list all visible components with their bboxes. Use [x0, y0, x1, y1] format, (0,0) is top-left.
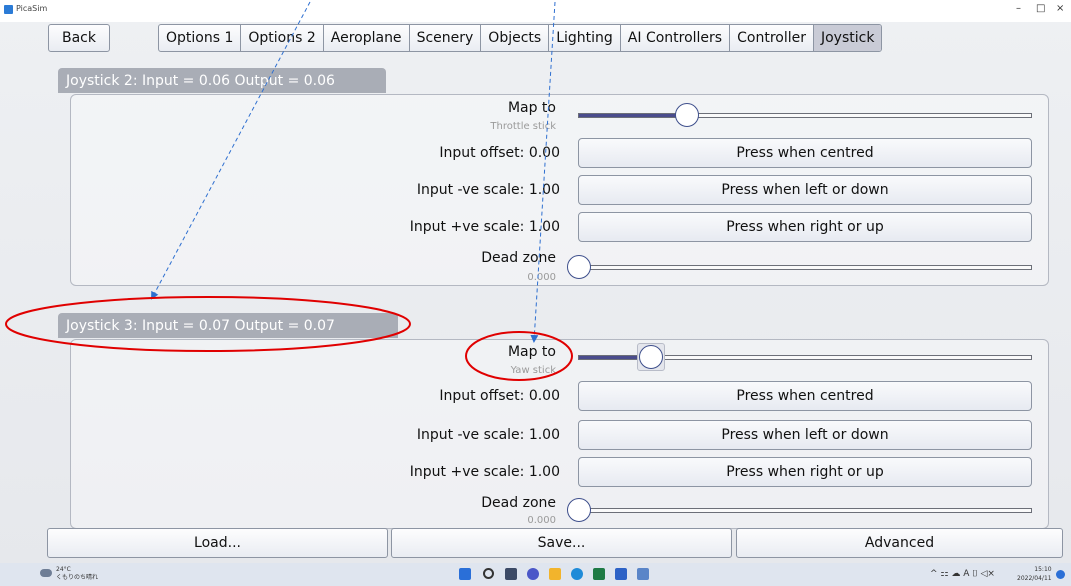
press-when-right-or-up-button[interactable]: Press when right or up [578, 457, 1032, 487]
close-icon[interactable]: × [1056, 3, 1064, 14]
windows-taskbar: 24°C くもりのち晴れ ^ ⚏ ☁ A ⌷ ◁× 15:10 2022/04/… [0, 563, 1071, 586]
minimize-icon[interactable]: – [1016, 3, 1021, 14]
tab-aeroplane[interactable]: Aeroplane [324, 25, 410, 51]
edge-icon[interactable] [571, 568, 583, 580]
picasim-taskbar-icon[interactable] [637, 568, 649, 580]
input-pos-scale-label: Input +ve scale: 1.00 [409, 464, 560, 480]
tab-options-1[interactable]: Options 1 [159, 25, 242, 51]
save-button[interactable]: Save... [391, 528, 732, 558]
dead-zone-value: 0.000 [527, 515, 556, 526]
tab-objects[interactable]: Objects [481, 25, 550, 51]
map-to-value: Yaw stick [510, 365, 556, 376]
map-to-value: Throttle stick [490, 121, 556, 132]
tab-controller[interactable]: Controller [730, 25, 814, 51]
tab-lighting[interactable]: Lighting [549, 25, 621, 51]
settings-tabs: Options 1 Options 2 Aeroplane Scenery Ob… [158, 24, 883, 52]
map-to-slider[interactable] [578, 103, 1032, 127]
map-to-slider-fill [579, 114, 688, 117]
press-when-right-or-up-button[interactable]: Press when right or up [578, 212, 1032, 242]
input-neg-scale-label: Input -ve scale: 1.00 [416, 427, 560, 443]
maximize-icon[interactable]: □ [1036, 3, 1045, 14]
window-title: PicaSim [16, 4, 48, 13]
joystick-2-header: Joystick 2: Input = 0.06 Output = 0.06 [58, 68, 386, 93]
press-when-centred-button[interactable]: Press when centred [578, 138, 1032, 168]
system-tray[interactable]: ^ ⚏ ☁ A ⌷ ◁× [930, 569, 995, 579]
press-when-left-or-down-button[interactable]: Press when left or down [578, 420, 1032, 450]
input-pos-scale-label: Input +ve scale: 1.00 [409, 219, 560, 235]
clock-time: 15:10 [1034, 566, 1052, 573]
press-when-centred-button[interactable]: Press when centred [578, 381, 1032, 411]
dead-zone-slider-knob[interactable] [567, 498, 591, 522]
clock[interactable]: 15:10 2022/04/11 [1017, 565, 1052, 583]
joystick-3-header: Joystick 3: Input = 0.07 Output = 0.07 [58, 313, 398, 338]
load-button[interactable]: Load... [47, 528, 388, 558]
window-titlebar: PicaSim – □ × [0, 0, 1071, 22]
dead-zone-value: 0.000 [527, 272, 556, 283]
input-neg-scale-label: Input -ve scale: 1.00 [416, 182, 560, 198]
store-icon[interactable] [615, 568, 627, 580]
advanced-button[interactable]: Advanced [736, 528, 1063, 558]
back-button[interactable]: Back [48, 24, 110, 52]
tab-scenery[interactable]: Scenery [410, 25, 482, 51]
tab-joystick[interactable]: Joystick [813, 25, 882, 51]
clock-date: 2022/04/11 [1017, 575, 1052, 582]
map-to-slider[interactable] [578, 343, 1032, 371]
windows-start-icon[interactable] [459, 568, 471, 580]
dead-zone-label: Dead zone [481, 250, 556, 266]
weather-temp: 24°C [56, 566, 71, 573]
map-to-label: Map to [507, 100, 556, 116]
tab-options-2[interactable]: Options 2 [241, 25, 324, 51]
press-when-left-or-down-button[interactable]: Press when left or down [578, 175, 1032, 205]
input-offset-label: Input offset: 0.00 [439, 388, 560, 404]
input-offset-label: Input offset: 0.00 [439, 145, 560, 161]
dead-zone-slider[interactable] [567, 498, 1032, 522]
app-icon [4, 5, 13, 14]
map-to-label: Map to [507, 344, 556, 360]
chat-icon[interactable] [527, 568, 539, 580]
weather-widget[interactable]: 24°C くもりのち晴れ [56, 566, 98, 582]
search-icon[interactable] [483, 568, 494, 579]
weather-text: くもりのち晴れ [56, 574, 99, 581]
excel-icon[interactable] [593, 568, 605, 580]
dead-zone-label: Dead zone [481, 495, 556, 511]
dead-zone-slider-knob[interactable] [567, 255, 591, 279]
file-explorer-icon[interactable] [549, 568, 561, 580]
cloud-icon [40, 569, 52, 577]
task-view-icon[interactable] [505, 568, 517, 580]
dead-zone-slider[interactable] [567, 255, 1032, 279]
notification-icon[interactable] [1056, 570, 1065, 579]
tab-ai-controllers[interactable]: AI Controllers [621, 25, 731, 51]
